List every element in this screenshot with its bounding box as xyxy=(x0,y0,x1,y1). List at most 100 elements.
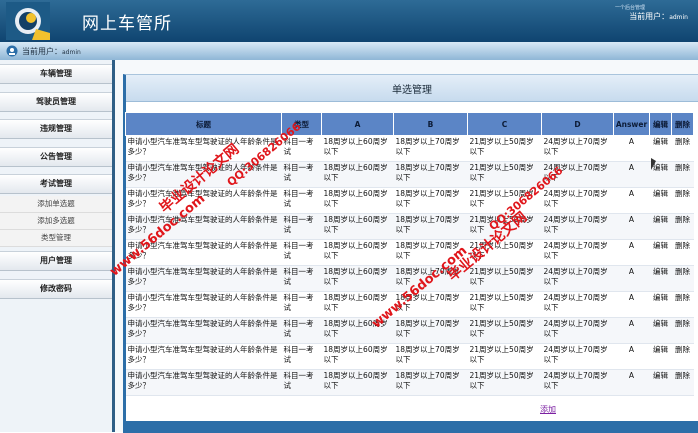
sidebar-subitem-type-manage[interactable]: 类型管理 xyxy=(0,230,112,247)
cell-title: 申请小型汽车准驾车型驾驶证的人年龄条件是多少？ xyxy=(125,213,282,240)
delete-link[interactable]: 删除 xyxy=(675,319,690,328)
sidebar-item-user[interactable]: 用户管理 xyxy=(0,251,112,271)
delete-link-cell: 删除 xyxy=(671,239,694,266)
cell-title: 申请小型汽车准驾车型驾驶证的人年龄条件是多少？ xyxy=(125,239,282,266)
delete-link[interactable]: 删除 xyxy=(675,215,690,224)
edit-link[interactable]: 编辑 xyxy=(653,215,668,224)
sidebar: 车辆管理 驾驶员管理 违规管理 公告管理 考试管理 添加单选题 添加多选题 类型… xyxy=(0,60,115,432)
delete-link[interactable]: 删除 xyxy=(675,137,690,146)
mouse-cursor-icon xyxy=(651,158,656,170)
cell-b: 18周岁以上70周岁以下 xyxy=(393,239,468,266)
delete-link[interactable]: 删除 xyxy=(675,345,690,354)
cell-d: 24周岁以上70周岁以下 xyxy=(541,291,614,318)
cell-type: 科目一考试 xyxy=(281,343,322,370)
cell-c: 21周岁以上50周岁以下 xyxy=(467,239,542,266)
delete-link[interactable]: 删除 xyxy=(675,241,690,250)
app-title: 网上车管所 xyxy=(82,14,172,34)
cell-c: 21周岁以上50周岁以下 xyxy=(467,343,542,370)
table-row: 申请小型汽车准驾车型驾驶证的人年龄条件是多少？ 科目一考试 18周岁以上60周岁以下… xyxy=(125,369,694,396)
delete-link[interactable]: 删除 xyxy=(675,293,690,302)
delete-link[interactable]: 删除 xyxy=(675,189,690,198)
cell-c: 21周岁以上50周岁以下 xyxy=(467,135,542,162)
edit-link-cell: 编辑 xyxy=(649,343,672,370)
edit-link[interactable]: 编辑 xyxy=(653,345,668,354)
cell-c: 21周岁以上50周岁以下 xyxy=(467,187,542,214)
logo-icon xyxy=(6,2,50,40)
cell-a: 18周岁以上60周岁以下 xyxy=(321,161,394,188)
cell-title: 申请小型汽车准驾车型驾驶证的人年龄条件是多少？ xyxy=(125,343,282,370)
cell-d: 24周岁以上70周岁以下 xyxy=(541,265,614,292)
delete-link-cell: 删除 xyxy=(671,291,694,318)
cell-title: 申请小型汽车准驾车型驾驶证的人年龄条件是多少？ xyxy=(125,369,282,396)
cell-a: 18周岁以上60周岁以下 xyxy=(321,343,394,370)
edit-link[interactable]: 编辑 xyxy=(653,137,668,146)
header-current-user: 当前用户：admin xyxy=(629,11,688,22)
delete-link[interactable]: 删除 xyxy=(675,267,690,276)
table-row: 申请小型汽车准驾车型驾驶证的人年龄条件是多少？ 科目一考试 18周岁以上60周岁以下… xyxy=(125,343,694,370)
sidebar-subitem-add-single[interactable]: 添加单选题 xyxy=(0,196,112,213)
edit-link[interactable]: 编辑 xyxy=(653,293,668,302)
delete-link[interactable]: 删除 xyxy=(675,371,690,380)
edit-link-cell: 编辑 xyxy=(649,265,672,292)
col-type: 类型 xyxy=(281,112,322,136)
col-b: B xyxy=(393,112,468,136)
delete-link-cell: 删除 xyxy=(671,187,694,214)
sidebar-item-driver[interactable]: 驾驶员管理 xyxy=(0,92,112,112)
cell-c: 21周岁以上50周岁以下 xyxy=(467,213,542,240)
cell-type: 科目一考试 xyxy=(281,291,322,318)
edit-link[interactable]: 编辑 xyxy=(653,371,668,380)
delete-link-cell: 删除 xyxy=(671,161,694,188)
cell-d: 24周岁以上70周岁以下 xyxy=(541,317,614,344)
edit-link-cell: 编辑 xyxy=(649,213,672,240)
sidebar-item-exam[interactable]: 考试管理 xyxy=(0,174,112,194)
col-a: A xyxy=(321,112,394,136)
cell-type: 科目一考试 xyxy=(281,213,322,240)
col-delete: 删除 xyxy=(671,112,694,136)
edit-link[interactable]: 编辑 xyxy=(653,189,668,198)
cell-d: 24周岁以上70周岁以下 xyxy=(541,213,614,240)
cell-type: 科目一考试 xyxy=(281,265,322,292)
cell-answer: A xyxy=(613,317,650,344)
sidebar-item-password[interactable]: 修改密码 xyxy=(0,279,112,299)
cell-d: 24周岁以上70周岁以下 xyxy=(541,135,614,162)
sidebar-item-notice[interactable]: 公告管理 xyxy=(0,147,112,167)
cell-b: 18周岁以上70周岁以下 xyxy=(393,135,468,162)
col-d: D xyxy=(541,112,614,136)
cell-c: 21周岁以上50周岁以下 xyxy=(467,317,542,344)
cell-type: 科目一考试 xyxy=(281,187,322,214)
delete-link[interactable]: 删除 xyxy=(675,163,690,172)
edit-link[interactable]: 编辑 xyxy=(653,267,668,276)
cell-answer: A xyxy=(613,161,650,188)
edit-link[interactable]: 编辑 xyxy=(653,241,668,250)
sidebar-item-vehicle[interactable]: 车辆管理 xyxy=(0,64,112,84)
delete-link-cell: 删除 xyxy=(671,317,694,344)
cell-a: 18周岁以上60周岁以下 xyxy=(321,239,394,266)
question-table: 标题 类型 A B C D Answer 编辑 删除 申请小型汽车准驾车型驾驶证… xyxy=(125,112,694,396)
sidebar-subitem-add-multi[interactable]: 添加多选题 xyxy=(0,213,112,230)
cell-type: 科目一考试 xyxy=(281,369,322,396)
cell-d: 24周岁以上70周岁以下 xyxy=(541,369,614,396)
cell-title: 申请小型汽车准驾车型驾驶证的人年龄条件是多少？ xyxy=(125,265,282,292)
header-user-name: admin xyxy=(669,14,688,21)
cell-answer: A xyxy=(613,187,650,214)
sidebar-item-violation[interactable]: 违规管理 xyxy=(0,119,112,139)
delete-link-cell: 删除 xyxy=(671,343,694,370)
cell-b: 18周岁以上70周岁以下 xyxy=(393,291,468,318)
cell-answer: A xyxy=(613,213,650,240)
delete-link-cell: 删除 xyxy=(671,213,694,240)
edit-link[interactable]: 编辑 xyxy=(653,319,668,328)
cell-answer: A xyxy=(613,369,650,396)
cell-b: 18周岁以上70周岁以下 xyxy=(393,343,468,370)
cell-c: 21周岁以上50周岁以下 xyxy=(467,265,542,292)
add-link[interactable]: 添加 xyxy=(540,404,556,415)
cell-b: 18周岁以上70周岁以下 xyxy=(393,317,468,344)
cell-b: 18周岁以上70周岁以下 xyxy=(393,161,468,188)
col-answer: Answer xyxy=(613,112,650,136)
cell-answer: A xyxy=(613,239,650,266)
cell-type: 科目一考试 xyxy=(281,135,322,162)
cell-a: 18周岁以上60周岁以下 xyxy=(321,213,394,240)
cell-a: 18周岁以上60周岁以下 xyxy=(321,265,394,292)
cell-b: 18周岁以上70周岁以下 xyxy=(393,265,468,292)
header-user-label: 当前用户： xyxy=(629,12,670,21)
cell-c: 21周岁以上50周岁以下 xyxy=(467,291,542,318)
